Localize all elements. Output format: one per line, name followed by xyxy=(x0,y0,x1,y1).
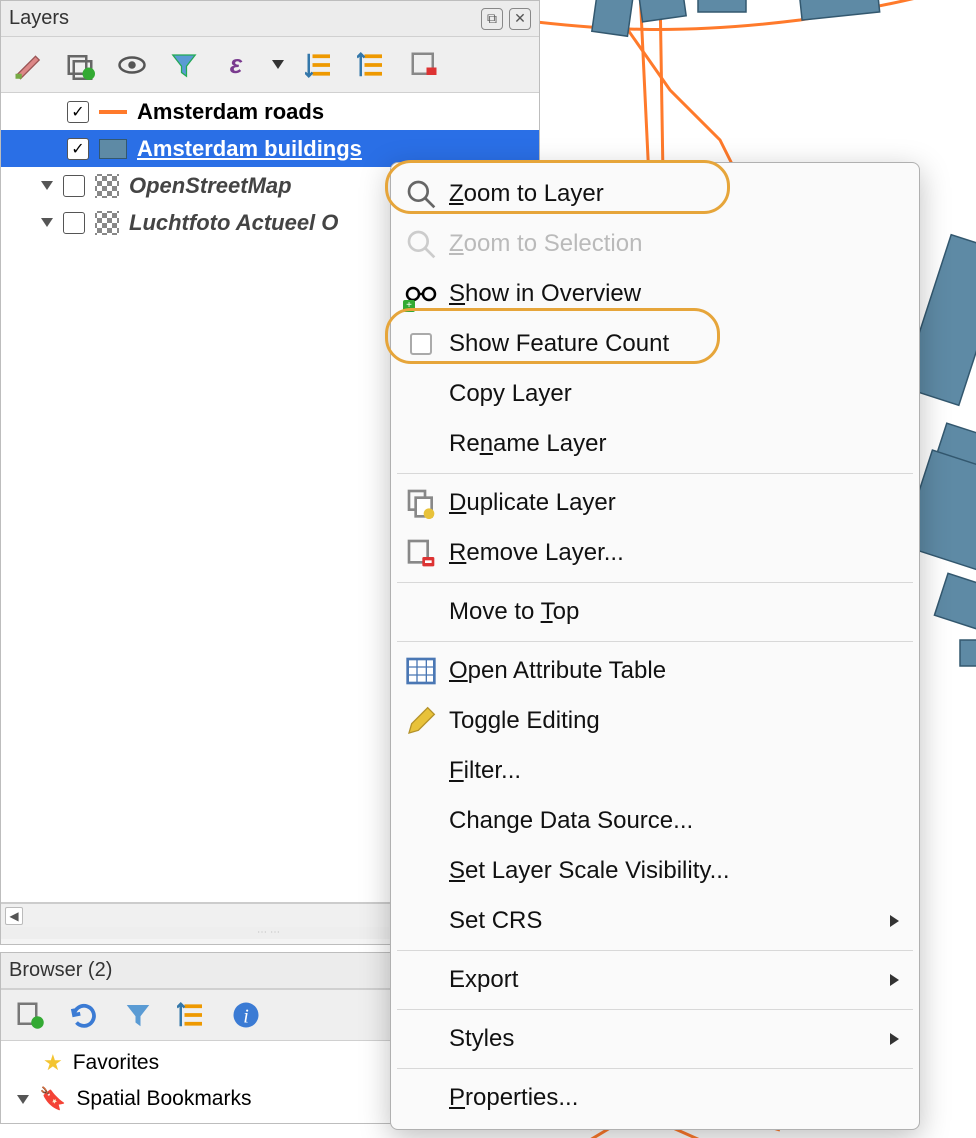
filter-icon[interactable] xyxy=(165,46,203,84)
layer-row-roads[interactable]: ✓ Amsterdam roads xyxy=(1,93,539,130)
dropdown-icon[interactable] xyxy=(269,46,287,84)
menu-remove-layer[interactable]: Remove Layer... xyxy=(391,528,919,578)
refresh-icon[interactable] xyxy=(65,996,103,1034)
menu-rename-layer[interactable]: Rename Layer xyxy=(391,419,919,469)
raster-symbol-icon xyxy=(95,211,119,235)
pencil-icon xyxy=(405,705,437,737)
menu-export[interactable]: Export xyxy=(391,955,919,1005)
menu-open-attribute-table[interactable]: Open Attribute Table xyxy=(391,646,919,696)
menu-toggle-editing[interactable]: Toggle Editing xyxy=(391,696,919,746)
menu-properties[interactable]: Properties... xyxy=(391,1073,919,1123)
menu-separator xyxy=(397,1068,913,1069)
properties-widget-icon[interactable]: i xyxy=(227,996,265,1034)
polygon-symbol-icon xyxy=(99,139,127,159)
menu-separator xyxy=(397,473,913,474)
layers-panel-header: Layers ⧉ ✕ xyxy=(1,1,539,37)
submenu-arrow-icon xyxy=(890,1033,899,1045)
layer-checkbox[interactable] xyxy=(63,212,85,234)
zoom-icon xyxy=(405,228,437,260)
line-symbol-icon xyxy=(99,110,127,130)
menu-separator xyxy=(397,950,913,951)
svg-text:i: i xyxy=(243,1006,249,1028)
menu-styles[interactable]: Styles xyxy=(391,1014,919,1064)
add-group-icon[interactable] xyxy=(61,46,99,84)
layer-checkbox[interactable] xyxy=(63,175,85,197)
remove-icon xyxy=(405,537,437,569)
bookmark-icon: 🔖 xyxy=(39,1086,66,1112)
menu-copy-layer[interactable]: Copy Layer xyxy=(391,369,919,419)
submenu-arrow-icon xyxy=(890,974,899,986)
expand-all-icon[interactable] xyxy=(301,46,339,84)
menu-zoom-to-layer[interactable]: Zoom to Layer xyxy=(391,169,919,219)
collapse-all-icon[interactable] xyxy=(353,46,391,84)
expand-toggle-icon[interactable] xyxy=(41,218,53,227)
layer-checkbox[interactable]: ✓ xyxy=(67,138,89,160)
raster-symbol-icon xyxy=(95,174,119,198)
menu-duplicate-layer[interactable]: Duplicate Layer xyxy=(391,478,919,528)
browser-item-label: Spatial Bookmarks xyxy=(76,1087,251,1111)
glasses-icon: + xyxy=(405,278,437,310)
close-panel-icon[interactable]: ✕ xyxy=(509,8,531,30)
submenu-arrow-icon xyxy=(890,915,899,927)
menu-set-crs[interactable]: Set CRS xyxy=(391,896,919,946)
menu-zoom-to-selection: Zoom to Selection xyxy=(391,219,919,269)
menu-separator xyxy=(397,582,913,583)
menu-separator xyxy=(397,641,913,642)
collapse-all-browser-icon[interactable] xyxy=(173,996,211,1034)
menu-set-scale-visibility[interactable]: Set Layer Scale Visibility... xyxy=(391,846,919,896)
add-selected-layer-icon[interactable] xyxy=(11,996,49,1034)
visibility-icon[interactable] xyxy=(113,46,151,84)
style-manager-icon[interactable] xyxy=(9,46,47,84)
table-icon xyxy=(405,655,437,687)
layer-label: Amsterdam roads xyxy=(137,99,324,125)
layer-label: Amsterdam buildings xyxy=(137,136,362,162)
layer-checkbox[interactable]: ✓ xyxy=(67,101,89,123)
menu-move-to-top[interactable]: Move to Top xyxy=(391,587,919,637)
filter-browser-icon[interactable] xyxy=(119,996,157,1034)
browser-item-label: Favorites xyxy=(73,1051,159,1075)
menu-change-data-source[interactable]: Change Data Source... xyxy=(391,796,919,846)
expression-icon[interactable]: ε xyxy=(217,46,255,84)
menu-filter[interactable]: Filter... xyxy=(391,746,919,796)
layer-label: OpenStreetMap xyxy=(129,173,292,199)
menu-show-in-overview[interactable]: + Show in Overview xyxy=(391,269,919,319)
browser-panel-title: Browser (2) xyxy=(9,959,112,982)
layer-context-menu: Zoom to Layer Zoom to Selection + Show i… xyxy=(390,162,920,1130)
scroll-left-icon[interactable]: ◀ xyxy=(5,907,23,925)
zoom-icon xyxy=(405,178,437,210)
checkbox-icon[interactable] xyxy=(410,333,432,355)
remove-layer-icon[interactable] xyxy=(405,46,443,84)
star-icon: ★ xyxy=(43,1050,63,1076)
layers-toolbar: ε xyxy=(1,37,539,93)
menu-show-feature-count[interactable]: Show Feature Count xyxy=(391,319,919,369)
expand-toggle-icon[interactable] xyxy=(41,181,53,190)
duplicate-icon xyxy=(405,487,437,519)
menu-separator xyxy=(397,1009,913,1010)
undock-icon[interactable]: ⧉ xyxy=(481,8,503,30)
layer-label: Luchtfoto Actueel O xyxy=(129,210,338,236)
expand-toggle-icon[interactable] xyxy=(17,1095,29,1104)
layers-panel-title: Layers xyxy=(9,7,69,30)
